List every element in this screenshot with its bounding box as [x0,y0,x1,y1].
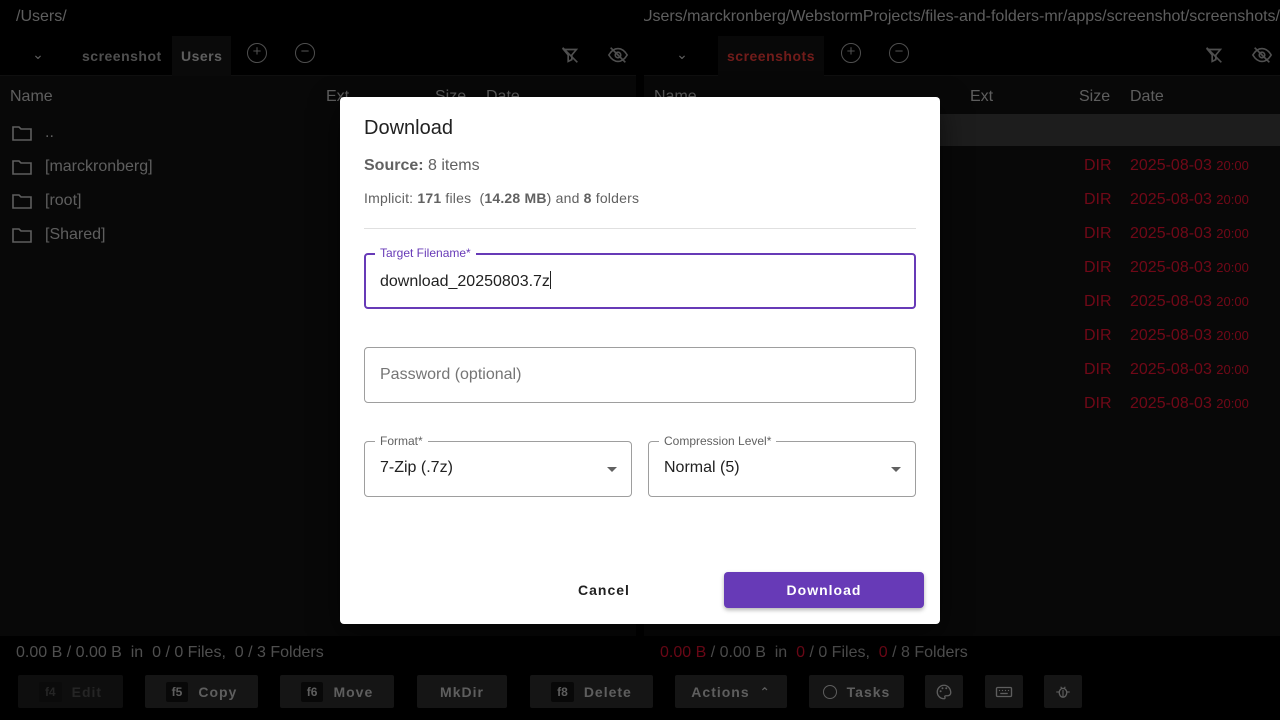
implicit-folders-word: folders [591,190,640,206]
text-caret [549,271,551,289]
dialog-divider [364,228,916,229]
dialog-title: Download [364,117,453,139]
download-button[interactable]: Download [724,572,924,608]
target-filename-label: Target Filename* [375,246,476,260]
implicit-folders-count: 8 [583,190,592,206]
implicit-and: ) and [546,190,584,206]
dropdown-arrow-icon [891,467,901,472]
implicit-files-word: files ( [441,190,485,206]
target-filename-value: download_20250803.7z [380,273,550,290]
target-filename-input[interactable]: download_20250803.7z [380,271,551,291]
compression-label: Compression Level* [659,434,777,448]
dropdown-arrow-icon [607,467,617,472]
app: /Users/ ⌄ screenshot Users + − Name Ext … [0,0,1280,720]
password-field[interactable]: Password (optional) [364,347,916,403]
dialog-source: Source: 8 items [364,157,480,175]
source-label: Source: [364,157,424,174]
download-dialog: Download Source: 8 items Implicit: 171 f… [340,97,940,624]
dialog-implicit-summary: Implicit: 171 files (14.28 MB) and 8 fol… [364,190,639,206]
format-value: 7-Zip (.7z) [380,459,453,476]
implicit-size: 14.28 MB [484,190,547,206]
cancel-button[interactable]: Cancel [544,572,664,608]
compression-level-select[interactable]: Compression Level* Normal (5) [648,434,916,497]
source-value: 8 items [428,157,480,174]
implicit-files-count: 171 [417,190,442,206]
compression-value: Normal (5) [664,459,740,476]
password-placeholder: Password (optional) [380,366,522,383]
format-select[interactable]: Format* 7-Zip (.7z) [364,434,632,497]
target-filename-field[interactable]: Target Filename* download_20250803.7z [364,246,916,309]
format-label: Format* [375,434,428,448]
implicit-prefix: Implicit: [364,190,418,206]
